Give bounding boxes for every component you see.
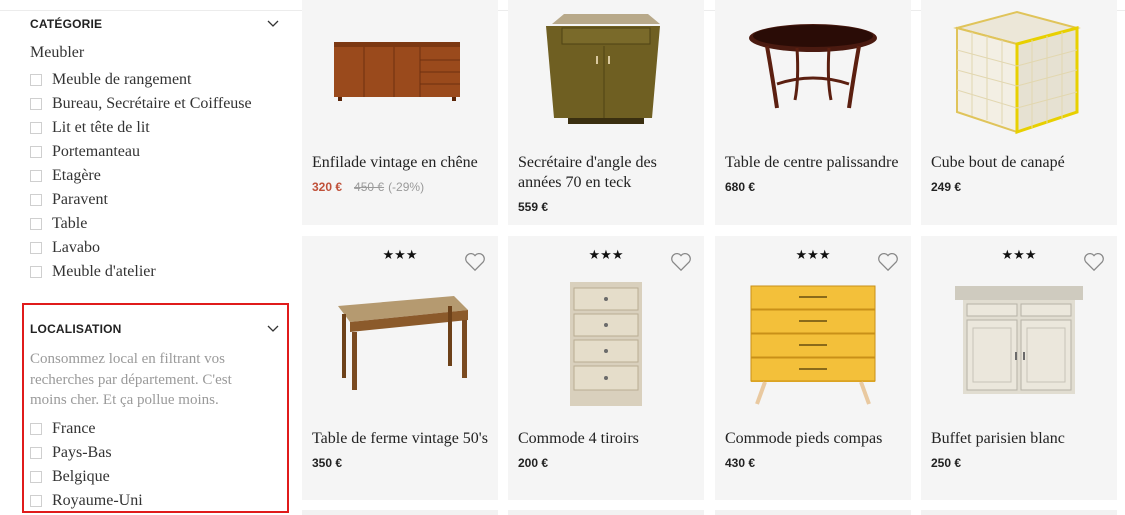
product-card[interactable]: ★★★ Buffet parisien blanc 250 € — [921, 236, 1117, 500]
product-card[interactable]: ★★★ Commode pieds compas 430 € — [715, 236, 911, 500]
filters-sidebar: CATÉGORIE Meubler Meuble de rangement Bu… — [0, 0, 300, 515]
checkbox[interactable] — [30, 495, 42, 507]
product-title: Buffet parisien blanc — [931, 430, 1065, 447]
price-row: 250 € — [931, 456, 961, 470]
checkbox[interactable] — [30, 242, 42, 254]
category-option[interactable]: Meuble d'atelier — [30, 260, 252, 284]
category-option[interactable]: Portemanteau — [30, 140, 252, 164]
category-option[interactable]: Lit et tête de lit — [30, 116, 252, 140]
next-row-card-edge — [715, 510, 911, 515]
category-header[interactable]: CATÉGORIE — [30, 14, 280, 34]
location-description: Consommez local en filtrant vos recherch… — [30, 351, 232, 408]
chevron-down-icon[interactable] — [266, 17, 280, 31]
price: 559 € — [518, 200, 549, 214]
product-card[interactable]: Table de centre palissandre 680 € — [715, 0, 911, 225]
product-title: Commode 4 tiroirs — [518, 430, 639, 447]
product-card[interactable]: ★★★ Table de ferme vintage 50's 350 € — [302, 236, 498, 500]
next-row-card-edge — [302, 510, 498, 515]
product-card[interactable]: Enfilade vintage en chêne 320 € 450 € (-… — [302, 0, 498, 225]
product-image — [749, 24, 877, 109]
category-option[interactable]: Etagère — [30, 164, 252, 188]
old-price: 450 € — [354, 180, 385, 194]
category-option[interactable]: Table — [30, 212, 252, 236]
product-title: Enfilade vintage en chêne — [312, 154, 478, 171]
price-row: 350 € — [312, 456, 342, 470]
sale-price: 320 € — [312, 180, 343, 194]
product-image — [953, 10, 1081, 135]
checkbox[interactable] — [30, 471, 42, 483]
price-row: 200 € — [518, 456, 548, 470]
location-options: France Pays-Bas Belgique Royaume-Uni — [30, 417, 143, 513]
checkbox[interactable] — [30, 218, 42, 230]
category-option[interactable]: Bureau, Secrétaire et Coiffeuse — [30, 92, 252, 116]
heart-icon[interactable] — [670, 252, 692, 272]
product-image — [334, 42, 460, 101]
location-header[interactable]: LOCALISATION — [30, 319, 280, 339]
price-row: 559 € — [518, 200, 548, 214]
checkbox[interactable] — [30, 146, 42, 158]
product-title: Commode pieds compas — [725, 430, 883, 447]
price-row: 249 € — [931, 180, 961, 194]
price: 680 € — [725, 180, 756, 194]
checkbox[interactable] — [30, 98, 42, 110]
checkbox[interactable] — [30, 194, 42, 206]
category-title: CATÉGORIE — [30, 17, 103, 31]
product-image — [750, 285, 876, 405]
product-image — [338, 296, 468, 390]
checkbox[interactable] — [30, 447, 42, 459]
price: 249 € — [931, 180, 962, 194]
checkbox[interactable] — [30, 170, 42, 182]
price-row: 680 € — [725, 180, 755, 194]
price: 350 € — [312, 456, 343, 470]
price-row: 430 € — [725, 456, 755, 470]
price: 250 € — [931, 456, 962, 470]
location-option[interactable]: Pays-Bas — [30, 441, 143, 465]
location-option[interactable]: Royaume-Uni — [30, 489, 143, 513]
product-title: Secrétaire d'angle des années 70 en teck — [518, 154, 657, 191]
category-option[interactable]: Paravent — [30, 188, 252, 212]
checkbox[interactable] — [30, 122, 42, 134]
product-title: Table de ferme vintage 50's — [312, 430, 488, 447]
price: 200 € — [518, 456, 549, 470]
price: 430 € — [725, 456, 756, 470]
product-image — [955, 286, 1083, 394]
chevron-down-icon[interactable] — [266, 322, 280, 336]
next-row-card-edge — [508, 510, 704, 515]
discount-badge: (-29%) — [388, 180, 425, 194]
next-row-card-edge — [921, 510, 1117, 515]
product-card[interactable]: ★★★ Commode 4 tiroirs 200 € — [508, 236, 704, 500]
category-options: Meuble de rangement Bureau, Secrétaire e… — [30, 68, 252, 284]
heart-icon[interactable] — [464, 252, 486, 272]
heart-icon[interactable] — [877, 252, 899, 272]
heart-icon[interactable] — [1083, 252, 1105, 272]
location-option[interactable]: France — [30, 417, 143, 441]
checkbox[interactable] — [30, 423, 42, 435]
location-title: LOCALISATION — [30, 322, 122, 336]
location-option[interactable]: Belgique — [30, 465, 143, 489]
product-title: Table de centre palissandre — [725, 154, 899, 171]
category-option[interactable]: Lavabo — [30, 236, 252, 260]
product-card[interactable]: Secrétaire d'angle des années 70 en teck… — [508, 0, 704, 225]
category-option[interactable]: Meuble de rangement — [30, 68, 252, 92]
checkbox[interactable] — [30, 74, 42, 86]
product-image — [546, 14, 660, 124]
category-subcategory[interactable]: Meubler — [30, 44, 84, 62]
product-card[interactable]: Cube bout de canapé 249 € — [921, 0, 1117, 225]
product-title: Cube bout de canapé — [931, 154, 1065, 171]
price-row: 320 € 450 € (-29%) — [312, 180, 424, 194]
checkbox[interactable] — [30, 266, 42, 278]
product-image — [570, 282, 642, 406]
